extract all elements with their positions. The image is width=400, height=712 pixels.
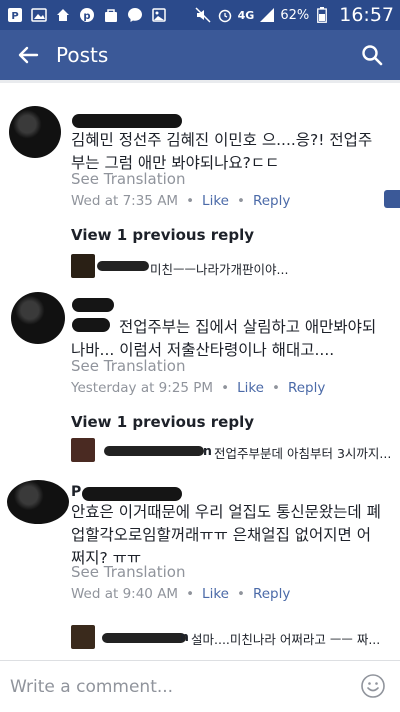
like-button[interactable]: Like (202, 586, 229, 602)
gallery-icon (30, 6, 48, 24)
battery-icon (313, 6, 331, 24)
home-icon (54, 6, 72, 24)
reply-preview-text[interactable]: 전업주부분데 아침부터 3시까지... (214, 443, 391, 462)
reply-avatar[interactable] (71, 254, 95, 278)
comment-feed[interactable]: 김혜민 정선주 김혜진 이민호 으....응?! 전업주부는 그럼 애만 봐야되… (0, 80, 400, 660)
status-bar: P p 4G 62% 16:57 (0, 0, 400, 30)
app-screen: P p 4G 62% 16:57 Posts 김혜민 정선주 김혜진 이민호 으… (0, 0, 400, 712)
avatar[interactable] (9, 106, 61, 158)
separator-dot: • (236, 193, 245, 209)
reply-preview-text[interactable]: 설마....미친나라 어쩌라고 ㅡㅡ 짜... (191, 629, 380, 648)
pinterest-icon: p (78, 6, 96, 24)
signal-icon (258, 6, 276, 24)
battery-percent: 62% (280, 7, 310, 23)
redacted-reply-name (102, 633, 186, 643)
divider (0, 80, 400, 83)
reply-button[interactable]: Reply (288, 380, 325, 396)
alarm-icon (216, 6, 234, 24)
app-bar: Posts (0, 30, 400, 80)
search-icon (362, 45, 383, 66)
comment-text: 김혜민 정선주 김혜진 이민호 으....응?! 전업주부는 그럼 애만 봐야되… (71, 131, 373, 172)
reply-button[interactable]: Reply (253, 586, 290, 602)
timestamp: Wed at 9:40 AM (71, 586, 179, 602)
app-icon-p: P (6, 6, 24, 24)
messenger-icon (126, 6, 144, 24)
clock: 16:57 (339, 4, 394, 26)
like-button[interactable]: Like (237, 380, 264, 396)
svg-text:p: p (83, 11, 90, 22)
view-previous-reply-link[interactable]: View 1 previous reply (71, 226, 254, 244)
comment-meta: Wed at 7:35 AM • Like • Reply (71, 193, 290, 209)
comment-meta: Yesterday at 9:25 PM • Like • Reply (71, 380, 325, 396)
reply-preview-text[interactable]: 미친ㅡㅡ나라가개판이야... (150, 259, 288, 278)
separator-dot: • (221, 380, 230, 396)
reply-name-tail: n (180, 629, 189, 644)
comment-text: 안효은 이거때문에 우리 얼집도 통신문왔는데 폐업할각오로임할꺼래ㅠㅠ 은채얼… (71, 503, 381, 567)
network-type-label: 4G (237, 8, 255, 22)
photo-icon (150, 6, 168, 24)
avatar[interactable] (7, 480, 69, 524)
reply-button[interactable]: Reply (253, 193, 290, 209)
separator-dot: • (271, 380, 280, 396)
emoji-button[interactable] (360, 673, 386, 699)
reply-avatar[interactable] (71, 625, 95, 649)
mute-icon (194, 6, 212, 24)
redacted-reply-name (97, 261, 149, 271)
avatar[interactable] (11, 292, 65, 344)
redacted-name (82, 487, 182, 501)
see-translation-link[interactable]: See Translation (71, 563, 185, 581)
comment-meta: Wed at 9:40 AM • Like • Reply (71, 586, 290, 602)
timestamp: Wed at 7:35 AM (71, 193, 179, 209)
separator-dot: • (186, 193, 195, 209)
page-title: Posts (56, 43, 109, 67)
side-action-button[interactable] (384, 190, 400, 208)
separator-dot: • (186, 586, 195, 602)
comment-author-initial: P (71, 484, 82, 500)
comment-text: 전업주부는 집에서 살림하고 애만봐야되나바... 이럼서 저출산타령이나 해대… (71, 318, 377, 359)
arrow-left-icon (18, 46, 39, 64)
svg-text:P: P (11, 11, 18, 22)
timestamp: Yesterday at 9:25 PM (71, 380, 214, 396)
see-translation-link[interactable]: See Translation (71, 357, 185, 375)
like-button[interactable]: Like (202, 193, 229, 209)
redacted-name (72, 298, 114, 312)
see-translation-link[interactable]: See Translation (71, 170, 185, 188)
separator-dot: • (236, 586, 245, 602)
smiley-icon (361, 674, 385, 698)
back-button[interactable] (0, 30, 56, 80)
redacted-name (72, 114, 182, 128)
search-button[interactable] (344, 30, 400, 80)
view-previous-reply-link[interactable]: View 1 previous reply (71, 413, 254, 431)
comment-composer (0, 660, 400, 712)
bag-icon (102, 6, 120, 24)
comment-input[interactable] (0, 676, 340, 697)
redacted-reply-name (104, 446, 204, 456)
reply-name-tail: n (203, 443, 212, 458)
reply-avatar[interactable] (71, 438, 95, 462)
